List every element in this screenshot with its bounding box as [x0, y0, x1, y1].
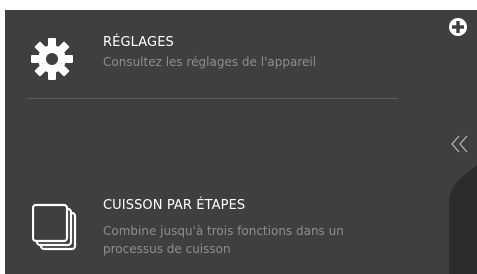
- menu-item-settings[interactable]: RÉGLAGES Consultez les réglages de l'app…: [5, 10, 405, 98]
- menu-item-staged-cooking[interactable]: CUISSON PAR ÉTAPES Combine jusqu'à trois…: [5, 99, 405, 256]
- side-panel-tab[interactable]: [443, 160, 477, 274]
- menu-item-title: RÉGLAGES: [103, 35, 174, 50]
- plus-circle-icon[interactable]: [448, 17, 468, 37]
- stacked-pages-icon: [32, 203, 77, 251]
- menu-item-description: Combine jusqu'à trois fonctions dans un …: [103, 224, 344, 256]
- menu-item-title: CUISSON PAR ÉTAPES: [103, 198, 246, 213]
- menu-item-description: Consultez les réglages de l'appareil: [103, 55, 317, 69]
- menu-screen: RÉGLAGES Consultez les réglages de l'app…: [5, 10, 477, 274]
- gear-icon: [31, 38, 73, 80]
- double-chevron-left-icon[interactable]: [450, 134, 472, 154]
